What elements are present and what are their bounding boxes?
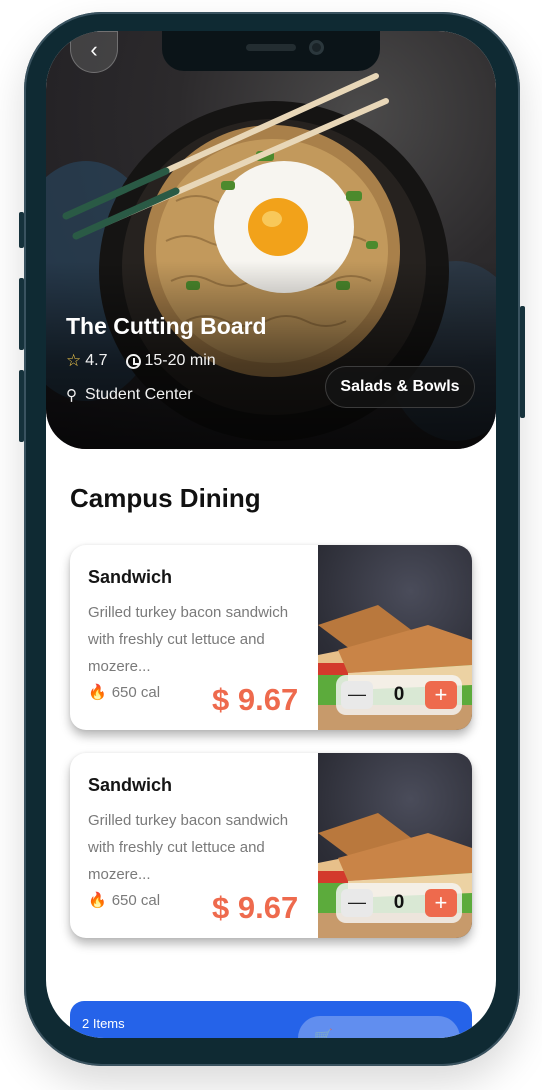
power-button — [520, 306, 525, 418]
notch — [162, 31, 380, 71]
restaurant-name: The Cutting Board — [66, 313, 267, 339]
menu-item-card[interactable]: Sandwich Grilled turkey bacon sandwich w… — [70, 545, 472, 730]
clock-icon — [125, 353, 141, 369]
item-price: $ 9.67 — [212, 682, 299, 717]
menu-item-card[interactable]: Sandwich Grilled turkey bacon sandwich w… — [70, 753, 472, 938]
restaurant-hero: The Cutting Board ☆ 4.7 15-20 min ⚲ Stud… — [46, 31, 496, 449]
item-description: Grilled turkey bacon sandwich with fresh… — [88, 812, 289, 883]
volume-up-button — [19, 212, 24, 248]
item-description: Grilled turkey bacon sandwich with fresh… — [88, 604, 289, 675]
category-chip[interactable]: Salads & Bowls — [325, 366, 475, 408]
decrease-quantity-button[interactable]: — — [341, 889, 373, 917]
location-pin-icon: ⚲ — [66, 387, 77, 404]
volume-down-button — [19, 278, 24, 350]
star-icon: ☆ — [66, 351, 82, 370]
item-calories: 🔥 650 cal — [88, 891, 161, 910]
restaurant-meta: ☆ 4.7 15-20 min — [66, 351, 216, 371]
rating-value: 4.7 — [85, 352, 108, 369]
view-cart-button[interactable]: 🛒 — [298, 1016, 460, 1038]
item-calories: 🔥 650 cal — [88, 683, 161, 702]
flame-icon: 🔥 — [88, 892, 107, 909]
location-label: Student Center — [85, 386, 193, 403]
increase-quantity-button[interactable]: + — [424, 681, 457, 709]
cart-bar[interactable]: 2 Items 🛒 — [70, 1001, 472, 1038]
item-title: Sandwich — [88, 775, 173, 795]
silent-switch — [19, 370, 24, 442]
section-title: Campus Dining — [70, 483, 261, 513]
calories-label: 650 cal — [111, 891, 161, 909]
speaker — [246, 44, 296, 51]
sandwich-image: — 0 + — [318, 545, 472, 730]
app-screen: The Cutting Board ☆ 4.7 15-20 min ⚲ Stud… — [46, 31, 496, 1038]
item-title: Sandwich — [88, 567, 173, 587]
restaurant-location: ⚲ Student Center — [66, 386, 193, 404]
item-price: $ 9.67 — [212, 890, 299, 925]
chevron-left-icon: ‹ — [90, 37, 98, 62]
quantity-stepper: — 0 + — [336, 883, 462, 923]
sandwich-image: — 0 + — [318, 753, 472, 938]
quantity-value: 0 — [393, 892, 405, 913]
flame-icon: 🔥 — [88, 684, 107, 701]
increase-quantity-button[interactable]: + — [424, 889, 457, 917]
quantity-value: 0 — [393, 684, 405, 705]
quantity-stepper: — 0 + — [336, 675, 462, 715]
cart-item-count: 2 Items — [82, 1016, 125, 1031]
cart-icon: 🛒 — [314, 1029, 333, 1038]
decrease-quantity-button[interactable]: — — [341, 681, 373, 709]
calories-label: 650 cal — [111, 683, 161, 701]
delivery-time: 15-20 min — [144, 352, 216, 369]
front-camera — [309, 40, 324, 55]
